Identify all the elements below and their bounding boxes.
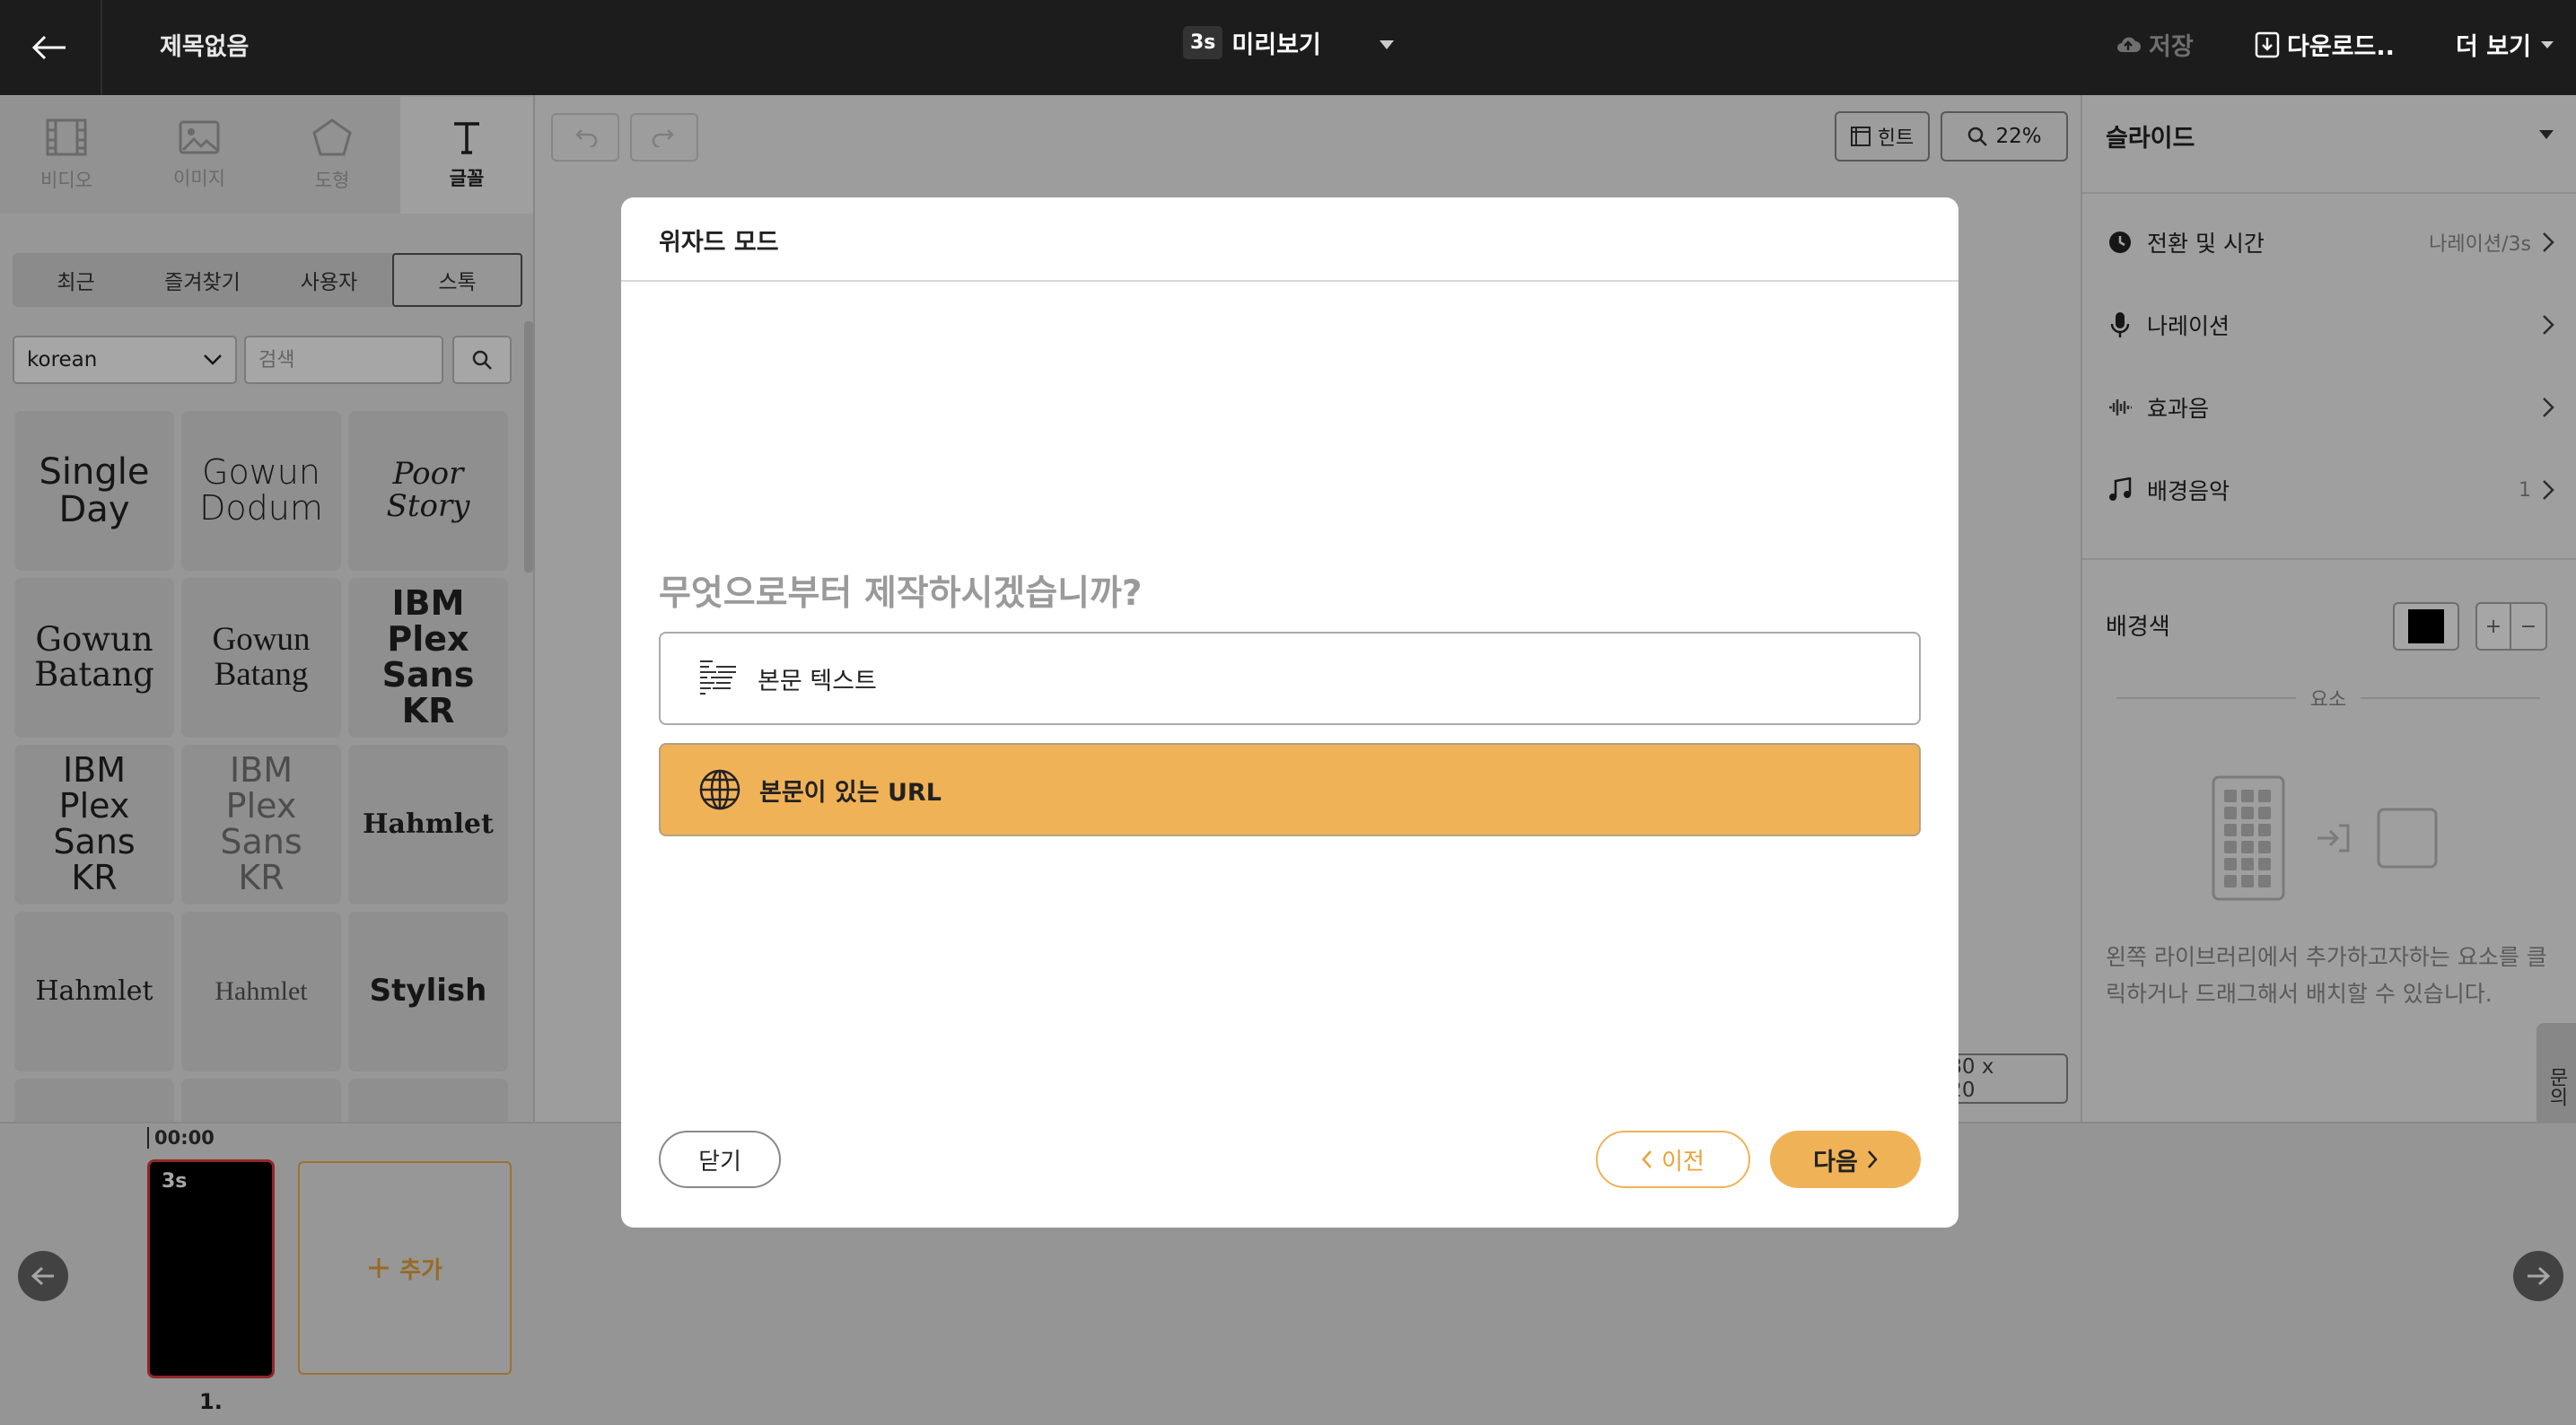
chevron-right-icon bbox=[1867, 1150, 1878, 1168]
save-label: 저장 bbox=[2149, 33, 2194, 61]
caret-down-icon bbox=[2540, 40, 2554, 48]
close-button[interactable]: 닫기 bbox=[659, 1131, 781, 1188]
divider bbox=[101, 0, 102, 95]
download-label: 다운로드.. bbox=[2287, 33, 2395, 61]
option-body-text[interactable]: 본문 텍스트 bbox=[659, 632, 1921, 725]
previous-label: 이전 bbox=[1661, 1148, 1704, 1176]
previous-button[interactable]: 이전 bbox=[1596, 1131, 1750, 1188]
next-label: 다음 bbox=[1813, 1148, 1858, 1176]
text-lines-icon bbox=[700, 660, 736, 695]
next-button[interactable]: 다음 bbox=[1770, 1131, 1921, 1188]
arrow-left-icon bbox=[31, 35, 66, 60]
document-title[interactable]: 제목없음 bbox=[160, 27, 249, 62]
download-button[interactable]: 다운로드.. bbox=[2255, 27, 2395, 62]
more-label: 더 보기 bbox=[2456, 33, 2531, 61]
preview-duration-badge: 3s bbox=[1183, 26, 1223, 59]
globe-icon bbox=[699, 769, 740, 810]
back-button[interactable] bbox=[16, 16, 83, 79]
preview-label: 미리보기 bbox=[1231, 31, 1321, 59]
preview-dropdown-caret-icon[interactable] bbox=[1379, 39, 1395, 50]
modal-title: 위자드 모드 bbox=[659, 229, 779, 257]
option-url[interactable]: 본문이 있는 URL bbox=[659, 743, 1921, 836]
option-label: 본문 텍스트 bbox=[758, 667, 877, 695]
save-button[interactable]: 저장 bbox=[2115, 27, 2194, 62]
download-icon bbox=[2255, 31, 2280, 57]
chevron-left-icon bbox=[1642, 1150, 1652, 1168]
option-label: 본문이 있는 URL bbox=[759, 778, 942, 807]
more-button[interactable]: 더 보기 bbox=[2456, 27, 2554, 62]
divider bbox=[621, 280, 1958, 282]
cloud-upload-icon bbox=[2117, 37, 2141, 52]
preview-button[interactable]: 3s 미리보기 bbox=[1183, 25, 1321, 60]
wizard-question: 무엇으로부터 제작하시겠습니까? bbox=[659, 573, 1143, 614]
